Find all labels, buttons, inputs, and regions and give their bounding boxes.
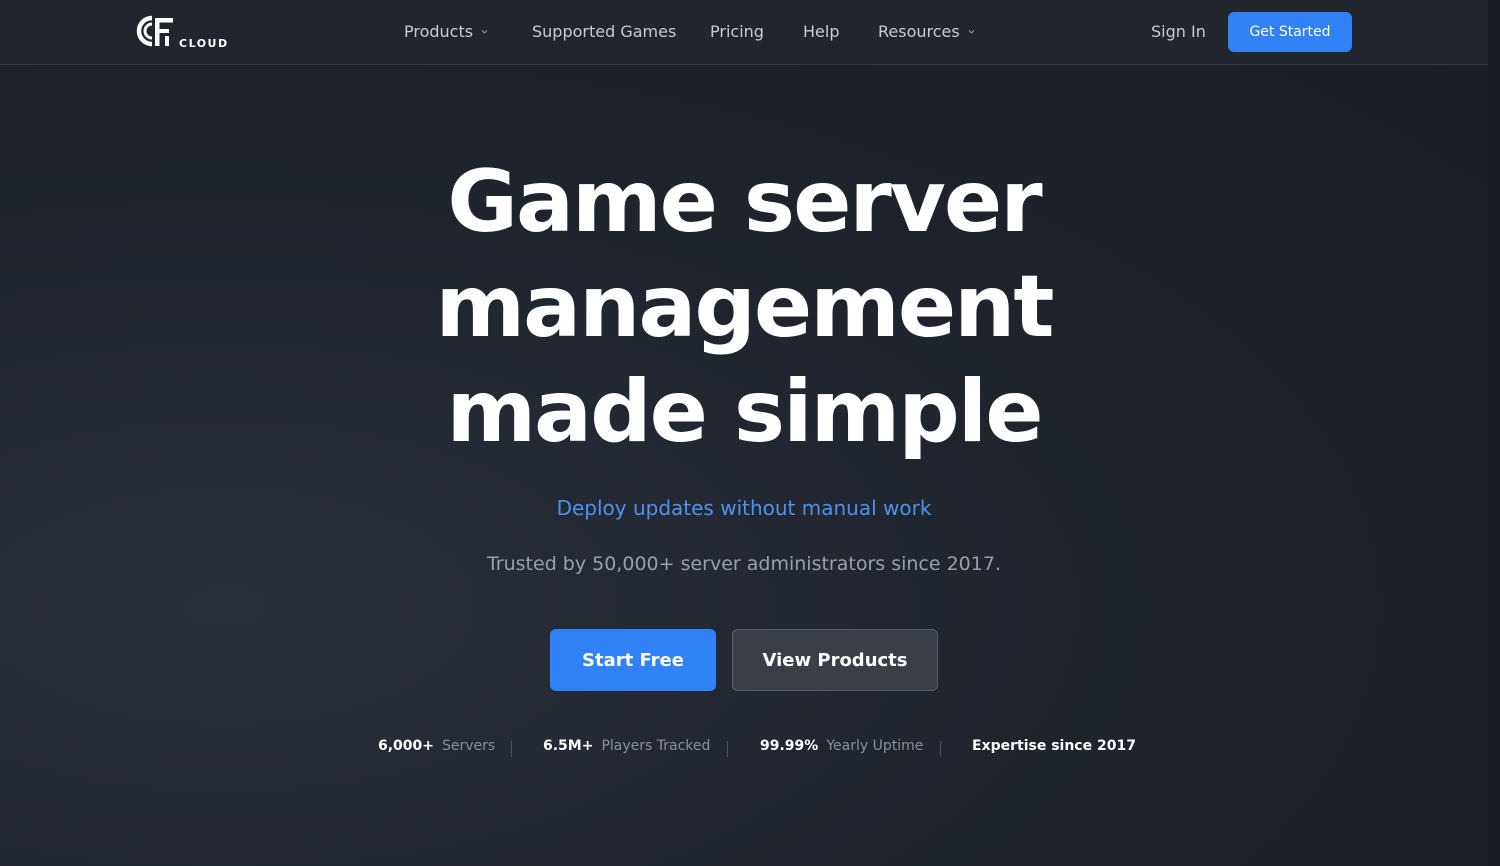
chevron-down-icon: [968, 29, 975, 34]
nav-help[interactable]: Help: [803, 22, 839, 41]
hero-tagline: Trusted by 50,000+ server administrators…: [486, 553, 1001, 575]
nav-help-label: Help: [803, 22, 840, 41]
nav-resources[interactable]: Resources: [878, 22, 975, 41]
stat-divider: [940, 741, 941, 757]
stat-divider: [727, 741, 728, 757]
stats-bar: 6,000+ Servers 6.5M+ Players Tracked 99.99…: [0, 738, 1488, 760]
nav-supported-games[interactable]: Supported Games: [532, 22, 676, 41]
stat-yearly-uptime: 99.99% Yearly Uptime: [760, 738, 923, 754]
hero-title-line: Game server: [447, 152, 1042, 252]
logo-mark-icon: [136, 15, 173, 47]
hero-subheading: Deploy updates without manual work: [556, 496, 932, 520]
stat-divider: [511, 741, 512, 757]
view-products-button[interactable]: View Products: [732, 629, 938, 691]
start-free-button[interactable]: Start Free: [550, 629, 716, 691]
stat-label: Yearly Uptime: [826, 738, 924, 754]
nav-products-label: Products: [404, 22, 474, 41]
nav-products[interactable]: Products: [404, 22, 488, 41]
stat-players-tracked: 6.5M+ Players Tracked: [543, 738, 710, 754]
stat-label: Players Tracked: [601, 738, 711, 754]
top-navbar: CLOUD Products Supported Games Pricing H…: [0, 0, 1488, 65]
stat-value: 6,000+: [378, 738, 435, 754]
logo-wordmark: CLOUD: [179, 37, 229, 50]
nav-resources-label: Resources: [878, 22, 960, 41]
sign-in-link[interactable]: Sign In: [1151, 22, 1206, 41]
chevron-down-icon: [481, 29, 488, 34]
stat-servers: 6,000+ Servers: [378, 738, 495, 754]
hero-title: Game server management made simple: [0, 150, 1488, 465]
stat-value: 6.5M+: [543, 738, 594, 754]
hero-title-line: management: [435, 257, 1054, 357]
get-started-button[interactable]: Get Started: [1228, 12, 1352, 52]
nav-pricing[interactable]: Pricing: [710, 22, 764, 41]
nav-supported-games-label: Supported Games: [532, 22, 677, 41]
stat-value: Expertise since 2017: [972, 738, 1136, 754]
nav-pricing-label: Pricing: [710, 22, 764, 41]
scrollbar[interactable]: [1488, 0, 1500, 866]
stat-expertise: Expertise since 2017: [972, 738, 1144, 754]
brand-logo[interactable]: CLOUD: [135, 14, 235, 50]
stat-label: Servers: [442, 738, 496, 754]
stat-value: 99.99%: [760, 738, 819, 754]
hero-title-line: made simple: [446, 362, 1043, 462]
